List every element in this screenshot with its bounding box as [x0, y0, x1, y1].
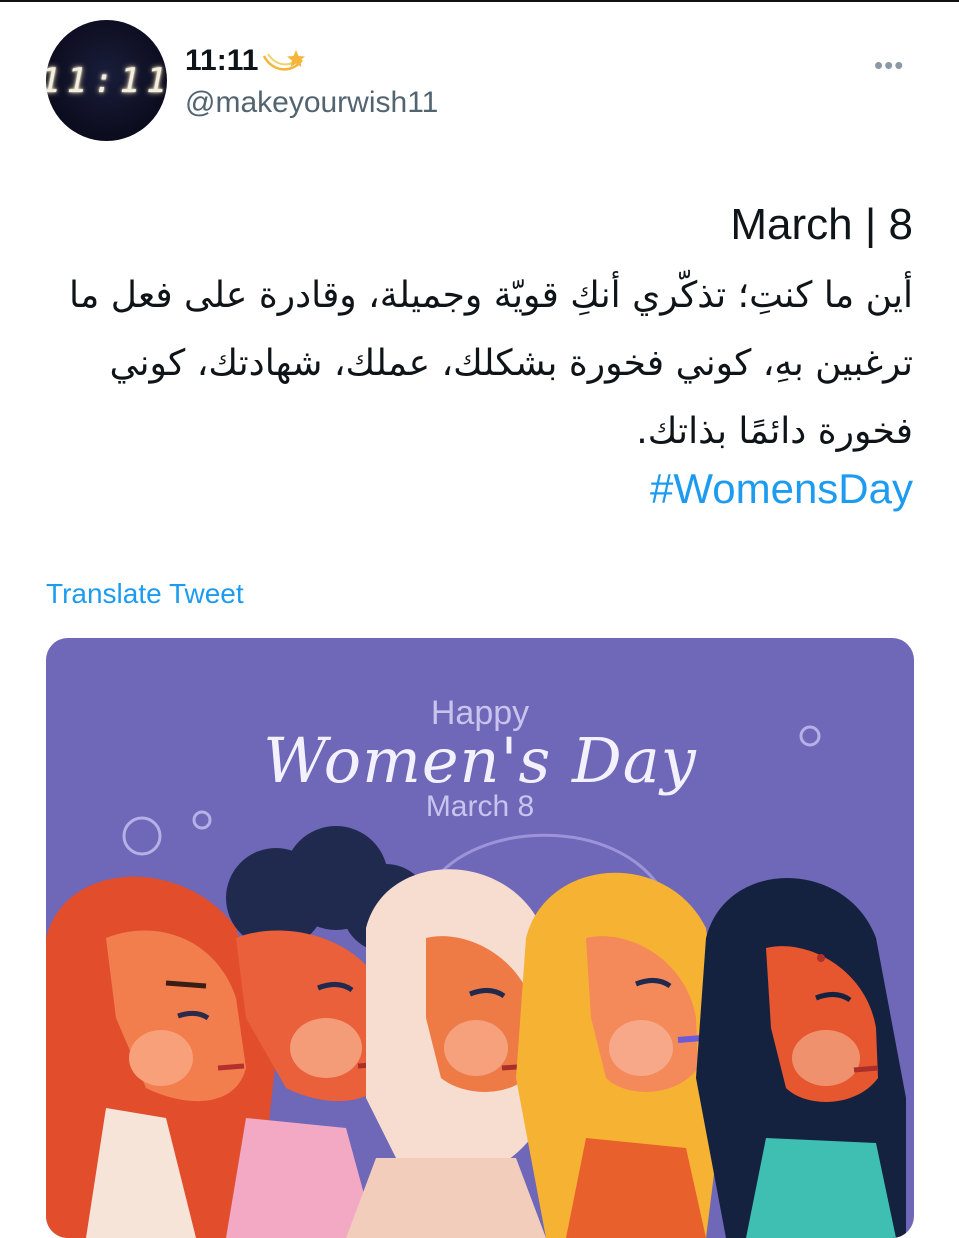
more-options-icon[interactable]: •••	[874, 50, 904, 81]
tweet-body: أين ما كنتِ؛ تذكّري أنكِ قويّة وجميلة، و…	[69, 275, 913, 452]
media-march-text: March 8	[425, 790, 535, 823]
translate-tweet-link[interactable]: Translate Tweet	[46, 578, 244, 610]
hashtag-link[interactable]: #WomensDay	[650, 465, 913, 513]
display-name[interactable]: 11:11	[185, 44, 258, 78]
shooting-star-icon	[263, 50, 306, 71]
woman-blonde	[516, 872, 726, 1238]
woman-dark-hair	[696, 878, 906, 1238]
media-womens-day-text: Women's Day	[263, 724, 697, 797]
tweet-media[interactable]: Happy Women's Day March 8	[46, 638, 914, 1238]
top-border	[0, 0, 959, 2]
handle[interactable]: @makeyourwish11	[185, 86, 438, 120]
name-row: 11:11	[185, 44, 306, 78]
avatar[interactable]: 11:11	[46, 20, 167, 141]
avatar-text: 11:11	[46, 60, 167, 101]
tweet-title: March | 8	[730, 200, 913, 249]
